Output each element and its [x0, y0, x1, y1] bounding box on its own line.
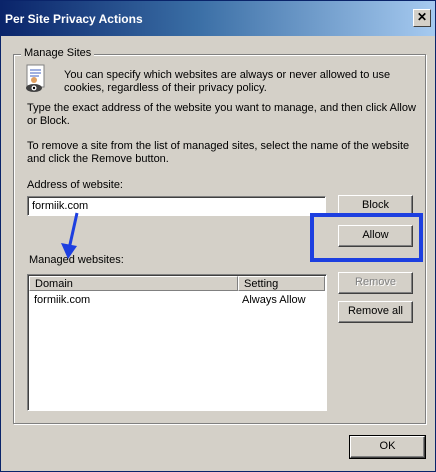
row-setting: Always Allow: [242, 294, 306, 306]
column-header-domain[interactable]: Domain: [29, 276, 238, 291]
allow-highlight-box: [310, 213, 423, 262]
instruction-type-line-1: Type the exact address of the website yo…: [27, 102, 416, 114]
address-label: Address of website:: [27, 179, 123, 191]
group-label: Manage Sites: [21, 47, 95, 59]
title-bar[interactable]: Per Site Privacy Actions ✕: [1, 1, 435, 36]
info-line-2: cookies, regardless of their privacy pol…: [64, 82, 267, 94]
remove-button[interactable]: Remove: [338, 272, 413, 294]
instruction-remove-line-2: and click the Remove button.: [27, 153, 169, 165]
window-title: Per Site Privacy Actions: [5, 12, 143, 26]
column-header-setting[interactable]: Setting: [238, 276, 325, 291]
privacy-eye-icon: [26, 64, 45, 92]
instruction-type-line-2: or Block.: [27, 115, 70, 127]
ok-button[interactable]: OK: [349, 435, 426, 459]
close-button[interactable]: ✕: [413, 9, 431, 27]
remove-all-button[interactable]: Remove all: [338, 301, 413, 323]
annotation-arrow-icon: [61, 212, 79, 259]
row-domain: formiik.com: [34, 294, 91, 306]
managed-websites-list[interactable]: Domain Setting formiik.com Always Allow: [27, 274, 327, 411]
info-line-1: You can specify which websites are alway…: [64, 69, 391, 81]
privacy-actions-dialog: Per Site Privacy Actions ✕ Manage Sites …: [0, 0, 436, 472]
close-icon: ✕: [416, 10, 428, 24]
instruction-remove-line-1: To remove a site from the list of manage…: [27, 140, 410, 152]
